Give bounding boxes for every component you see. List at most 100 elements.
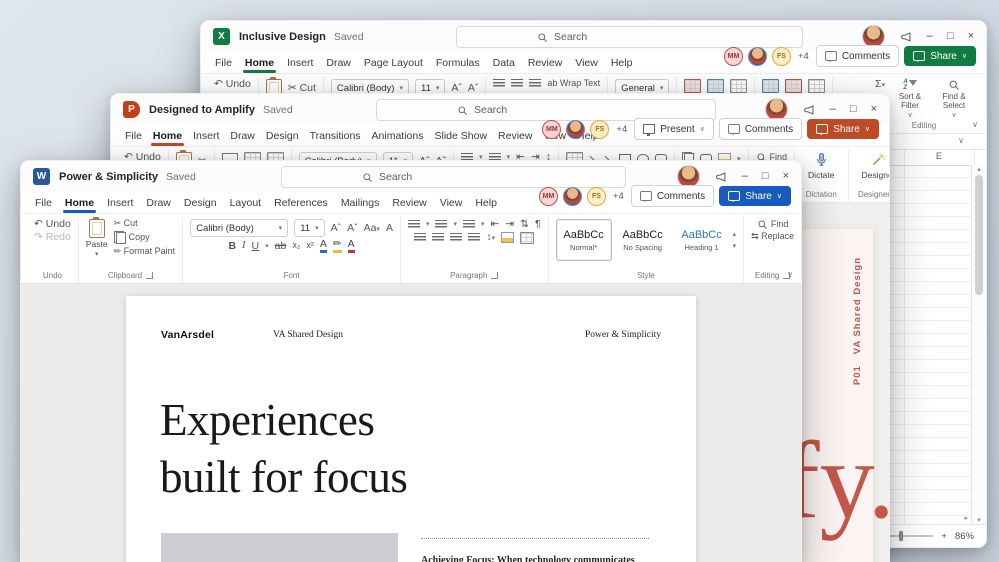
- scrollbar-thumb[interactable]: [975, 175, 983, 296]
- avatar-overflow-count[interactable]: +4: [613, 191, 624, 202]
- multilevel-list-icon[interactable]: [462, 219, 475, 229]
- underline-icon[interactable]: U: [252, 240, 260, 252]
- bold-icon[interactable]: B: [228, 240, 236, 252]
- find-select-button[interactable]: Find & Select ∨: [935, 79, 973, 119]
- avatar-overflow-count[interactable]: +4: [798, 51, 809, 62]
- zoom-in-icon[interactable]: +: [941, 531, 947, 542]
- avatar-photo[interactable]: [566, 119, 586, 139]
- align-middle-icon[interactable]: [511, 79, 524, 88]
- change-case-icon[interactable]: Aa▾: [364, 223, 380, 234]
- increase-indent-icon[interactable]: ⇥: [505, 219, 514, 230]
- dictate-button[interactable]: Dictate: [802, 150, 840, 182]
- styles-scroll-down-icon[interactable]: ▾: [733, 242, 737, 250]
- tab-help[interactable]: Help: [475, 197, 497, 209]
- show-formatting-icon[interactable]: ¶: [535, 219, 541, 230]
- text-effects-icon[interactable]: A: [319, 239, 327, 253]
- maximize-button[interactable]: □: [762, 171, 769, 182]
- tab-help[interactable]: Help: [611, 57, 633, 69]
- grow-font-icon[interactable]: Aˆ: [451, 83, 462, 94]
- style-heading-1[interactable]: AaBbCc Heading 1: [674, 219, 730, 261]
- present-button[interactable]: Present ∨: [634, 118, 714, 140]
- avatar-fs[interactable]: FS: [590, 119, 610, 139]
- tab-draw[interactable]: Draw: [326, 57, 351, 69]
- zoom-level[interactable]: 86%: [955, 531, 974, 542]
- styles-scroll-up-icon[interactable]: ▴: [733, 230, 737, 238]
- avatar-photo[interactable]: [747, 46, 767, 66]
- share-button[interactable]: Share ∨: [807, 119, 879, 139]
- strikethrough-icon[interactable]: ab: [275, 240, 287, 252]
- conditional-formatting-icon[interactable]: [684, 79, 702, 93]
- dialog-launcher-icon[interactable]: [146, 272, 154, 279]
- insert-cells-icon[interactable]: [762, 79, 780, 93]
- align-right-icon[interactable]: [450, 233, 463, 242]
- find-button[interactable]: Find: [757, 219, 788, 230]
- tab-draw[interactable]: Draw: [230, 130, 255, 142]
- minimize-button[interactable]: –: [927, 31, 933, 42]
- tab-insert[interactable]: Insert: [107, 197, 133, 209]
- scroll-right-icon[interactable]: ▸: [964, 514, 968, 522]
- comments-button[interactable]: Comments: [630, 185, 715, 207]
- tab-draw[interactable]: Draw: [146, 197, 171, 209]
- sort-icon[interactable]: ⇅: [520, 219, 529, 230]
- style-no-spacing[interactable]: AaBbCc No Spacing: [615, 219, 671, 261]
- grow-font-icon[interactable]: Aˆ: [331, 223, 342, 234]
- tab-references[interactable]: References: [274, 197, 328, 209]
- document-page[interactable]: VanArsdel VA Shared Design Power & Simpl…: [126, 296, 696, 562]
- copy-button[interactable]: Copy: [113, 231, 150, 244]
- tab-insert[interactable]: Insert: [287, 57, 313, 69]
- dialog-launcher-icon[interactable]: [491, 272, 499, 279]
- italic-icon[interactable]: I: [242, 240, 246, 252]
- tab-review[interactable]: Review: [528, 57, 562, 69]
- tab-home[interactable]: Home: [242, 57, 277, 73]
- scroll-down-icon[interactable]: ▾: [977, 516, 981, 524]
- clear-formatting-icon[interactable]: A: [386, 223, 393, 234]
- tab-review[interactable]: Review: [498, 130, 532, 142]
- avatar-mm[interactable]: MM: [538, 186, 558, 206]
- shrink-font-icon[interactable]: Aˇ: [468, 83, 479, 94]
- cell-styles-icon[interactable]: [730, 79, 748, 93]
- paste-button[interactable]: Paste ▾: [86, 217, 108, 258]
- format-painter-button[interactable]: ✏ Format Paint: [114, 247, 176, 256]
- tab-design[interactable]: Design: [266, 130, 299, 142]
- format-cells-icon[interactable]: [808, 79, 826, 93]
- sort-filter-button[interactable]: AZ Sort & Filter ∨: [891, 79, 929, 119]
- decrease-indent-icon[interactable]: ⇤: [491, 219, 500, 230]
- borders-icon[interactable]: [520, 231, 535, 244]
- close-button[interactable]: ×: [783, 171, 789, 182]
- tab-review[interactable]: Review: [392, 197, 426, 209]
- shading-icon[interactable]: [501, 232, 515, 243]
- megaphone-icon[interactable]: [802, 103, 816, 117]
- redo-button[interactable]: ↷ Redo: [34, 231, 71, 243]
- powerpoint-app-icon[interactable]: P: [123, 101, 140, 118]
- tab-file[interactable]: File: [125, 130, 142, 142]
- tab-home[interactable]: Home: [150, 130, 185, 146]
- font-color-icon[interactable]: A: [347, 239, 355, 253]
- tab-file[interactable]: File: [35, 197, 52, 209]
- ribbon-collapse-icon[interactable]: ∨: [972, 120, 978, 129]
- zoom-slider-thumb[interactable]: [899, 531, 904, 541]
- maximize-button[interactable]: □: [850, 104, 857, 115]
- shrink-font-icon[interactable]: Aˇ: [347, 223, 358, 234]
- justify-icon[interactable]: [468, 233, 481, 242]
- style-normal[interactable]: AaBbCc Normal*: [555, 219, 612, 261]
- avatar-fs[interactable]: FS: [771, 46, 791, 66]
- cut-button[interactable]: ✂ Cut: [114, 219, 138, 228]
- avatar-mm[interactable]: MM: [723, 46, 743, 66]
- tab-mailings[interactable]: Mailings: [341, 197, 380, 209]
- tab-formulas[interactable]: Formulas: [436, 57, 480, 69]
- tab-layout[interactable]: Layout: [230, 197, 262, 209]
- comments-button[interactable]: Comments: [815, 45, 900, 67]
- vertical-scrollbar[interactable]: ▴ ▾: [971, 165, 986, 524]
- minimize-button[interactable]: –: [742, 171, 748, 182]
- avatar-mm[interactable]: MM: [542, 119, 562, 139]
- tab-view[interactable]: View: [575, 57, 598, 69]
- tab-file[interactable]: File: [215, 57, 232, 69]
- tab-page-layout[interactable]: Page Layout: [364, 57, 423, 69]
- align-center-icon[interactable]: [432, 233, 445, 242]
- share-button[interactable]: Share ∨: [904, 46, 976, 66]
- highlight-color-icon[interactable]: ✏: [332, 239, 342, 253]
- bullets-icon[interactable]: [407, 219, 420, 229]
- font-name-select[interactable]: Calibri (Body)▾: [190, 219, 289, 237]
- ribbon-collapse-icon[interactable]: ∨: [787, 270, 793, 279]
- replace-button[interactable]: ⇆ Replace: [751, 232, 794, 241]
